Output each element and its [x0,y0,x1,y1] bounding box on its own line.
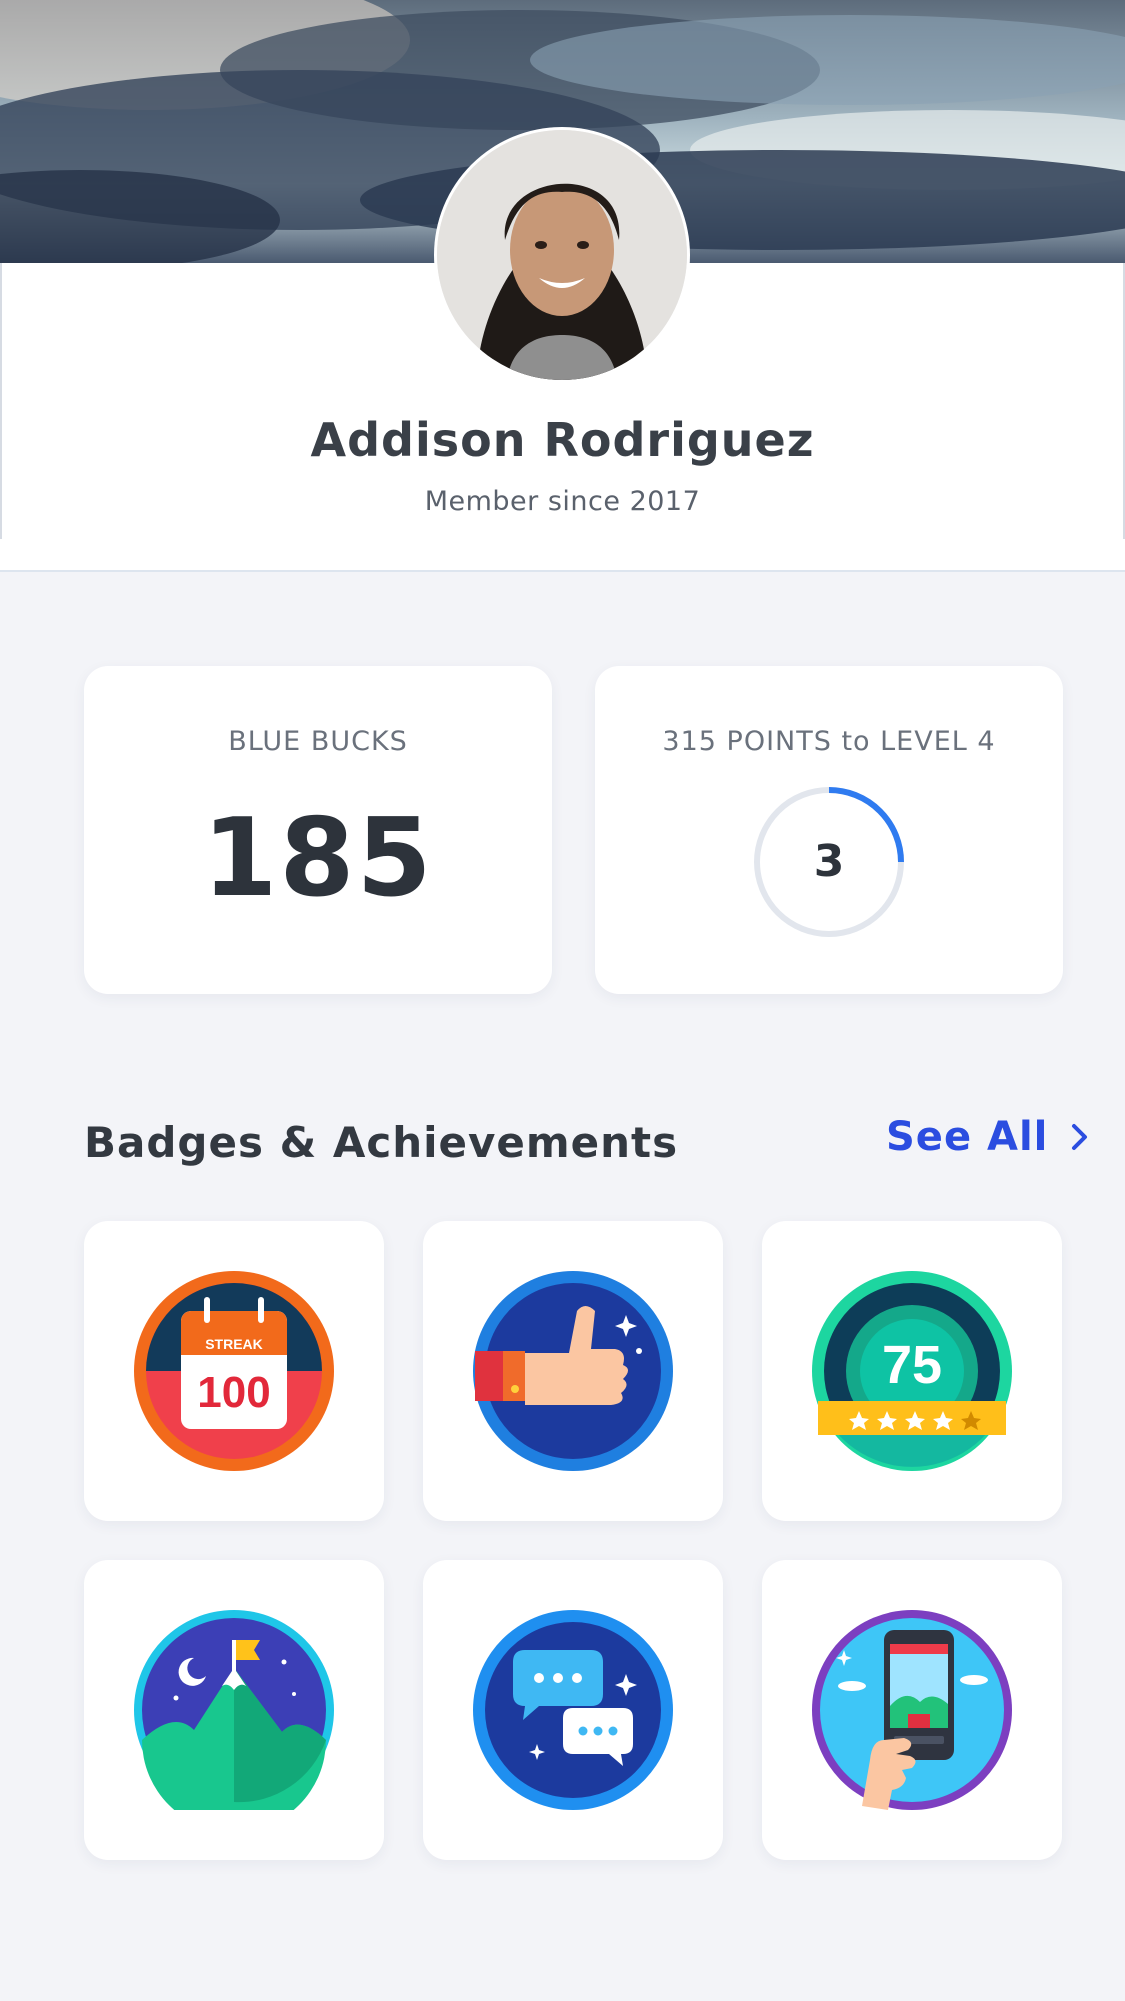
blue-bucks-value: 185 [202,796,434,921]
current-level-number: 3 [813,836,845,887]
badge-card-phone[interactable] [762,1560,1062,1860]
chat-bubbles-icon [473,1610,673,1810]
avatar[interactable] [437,130,687,380]
profile-name: Addison Rodriguez [310,413,815,467]
blue-bucks-label: BLUE BUCKS [228,726,408,757]
badge-card-thumbs-up[interactable] [423,1221,723,1521]
phone-in-hand-icon [812,1610,1012,1810]
level-progress-ring: 3 [753,786,905,938]
blue-bucks-card[interactable]: BLUE BUCKS 185 [84,666,552,994]
profile-header: Addison Rodriguez Member since 2017 [0,0,1125,572]
thumbs-up-icon [473,1271,673,1471]
badge-card-rating-75[interactable]: 75 [762,1221,1062,1521]
rating-number: 75 [882,1335,942,1395]
level-card[interactable]: 315 POINTS to LEVEL 4 3 [595,666,1063,994]
rating-75-icon: 75 [812,1271,1012,1471]
badge-card-streak[interactable]: STREAK 100 [84,1221,384,1521]
see-all-label: See All [886,1114,1049,1160]
badge-card-chat[interactable] [423,1560,723,1860]
streak-number: 100 [197,1368,270,1417]
mountain-peak-icon [134,1610,334,1810]
member-since-text: Member since 2017 [424,486,701,517]
streak-calendar-icon: STREAK 100 [134,1271,334,1471]
chevron-right-icon [1072,1124,1088,1150]
see-all-link[interactable]: See All [886,1114,1092,1160]
points-to-level-label: 315 POINTS to LEVEL 4 [662,726,996,757]
badge-card-mountain[interactable] [84,1560,384,1860]
badges-section-title: Badges & Achievements [84,1118,679,1167]
streak-label: STREAK [205,1336,263,1352]
